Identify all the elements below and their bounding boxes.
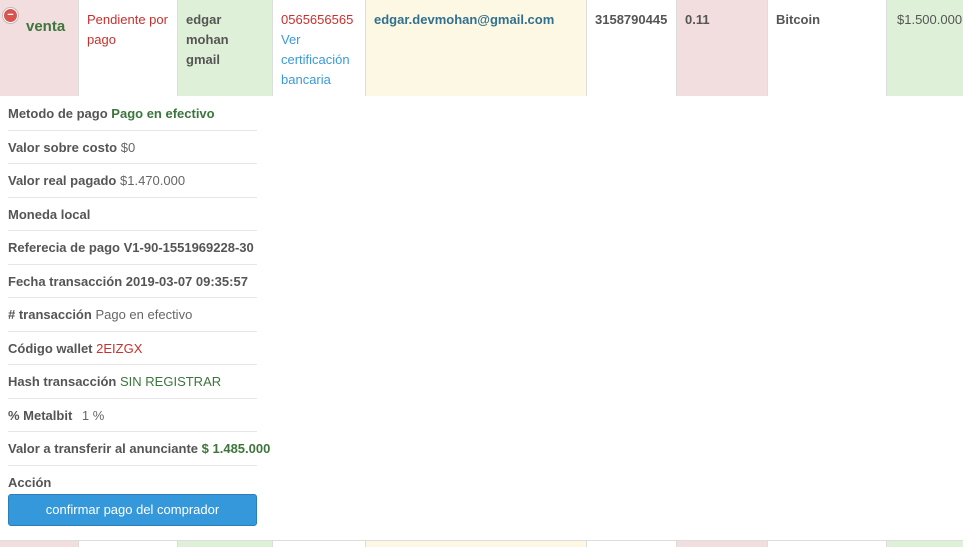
detail-value: $0 [120, 139, 136, 155]
detail-value: Pago en efectivo [95, 307, 193, 322]
next-row-cell [587, 541, 677, 547]
next-row-cell [79, 541, 178, 547]
detail-label: Valor real pagado [8, 173, 117, 188]
order-row: − venta Pendiente por pago edgar mohan g… [0, 0, 963, 96]
detail-transaction-hash: Hash transacción SIN REGISTRAR [8, 365, 257, 399]
detail-value: Pago en efectivo [111, 106, 215, 121]
detail-wallet-code: Código wallet 2EIZGX [8, 332, 257, 365]
account-cell: 0565656565 Ver certificación bancaria [273, 0, 366, 96]
detail-label: Metodo de pago [8, 106, 108, 121]
detail-label: Valor sobre costo [8, 139, 118, 155]
detail-value: SIN REGISTRAR [120, 374, 222, 389]
order-type: venta [26, 18, 66, 35]
detail-transaction-date: Fecha transacción 2019-03-07 09:35:57 [8, 265, 257, 298]
detail-label: Código wallet [8, 340, 93, 356]
buyer-email: edgar.devmohan@gmail.com [366, 0, 587, 96]
detail-label: Valor a transferir al anunciante [8, 441, 199, 456]
currency-name: Bitcoin [768, 0, 887, 96]
detail-label: Referecia de pago [8, 240, 120, 255]
next-row-cell [178, 541, 273, 547]
detail-metalbit-percent: % Metalbit 1 % [8, 399, 257, 432]
next-row-cell [273, 541, 366, 547]
detail-surcharge: Valor sobre costo $0 [8, 131, 257, 164]
detail-payment-reference: Referecia de pago V1-90-1551969228-30 [8, 231, 257, 265]
order-price: $1.500.000 [887, 0, 963, 96]
detail-label: Moneda local [8, 206, 91, 222]
next-row-cell [768, 541, 887, 547]
detail-value: $ 1.485.000 [201, 441, 271, 456]
detail-local-currency: Moneda local [8, 198, 257, 231]
detail-value: $1.470.000 [120, 173, 186, 188]
detail-transfer-amount: Valor a transferir al anunciante $ 1.485… [8, 432, 270, 466]
detail-value: 1 % [81, 407, 105, 423]
detail-payment-method: Metodo de pago Pago en efectivo [8, 97, 257, 131]
detail-transaction-number: # transacción Pago en efectivo [8, 298, 257, 332]
detail-real-paid: Valor real pagado $1.470.000 [8, 164, 257, 198]
detail-label: Acción [8, 474, 52, 490]
order-details-panel: Metodo de pago Pago en efectivo Valor so… [8, 97, 270, 499]
detail-label: Fecha transacción [8, 273, 123, 289]
next-row-cell [887, 541, 963, 547]
next-row-cell [366, 541, 587, 547]
order-status: Pendiente por pago [79, 0, 178, 96]
order-type-cell: − venta [0, 0, 79, 96]
collapse-icon[interactable]: − [3, 8, 18, 23]
detail-value: V1-90-1551969228-30 [123, 240, 254, 255]
confirm-payment-button[interactable]: confirmar pago del comprador [8, 494, 257, 526]
next-row-cell [677, 541, 768, 547]
bank-certificate-link[interactable]: Ver certificación bancaria [281, 30, 357, 90]
detail-value: 2EIZGX [96, 340, 143, 356]
next-order-row [0, 540, 963, 547]
crypto-amount: 0.11 [677, 0, 768, 96]
buyer-name: edgar mohan gmail [178, 0, 273, 96]
detail-label: % Metalbit [8, 407, 73, 423]
detail-label: # transacción [8, 307, 92, 322]
account-number: 0565656565 [281, 12, 354, 27]
detail-label: Hash transacción [8, 374, 117, 389]
next-row-cell [0, 541, 79, 547]
buyer-phone: 3158790445 [587, 0, 677, 96]
detail-value: 2019-03-07 09:35:57 [125, 273, 248, 289]
